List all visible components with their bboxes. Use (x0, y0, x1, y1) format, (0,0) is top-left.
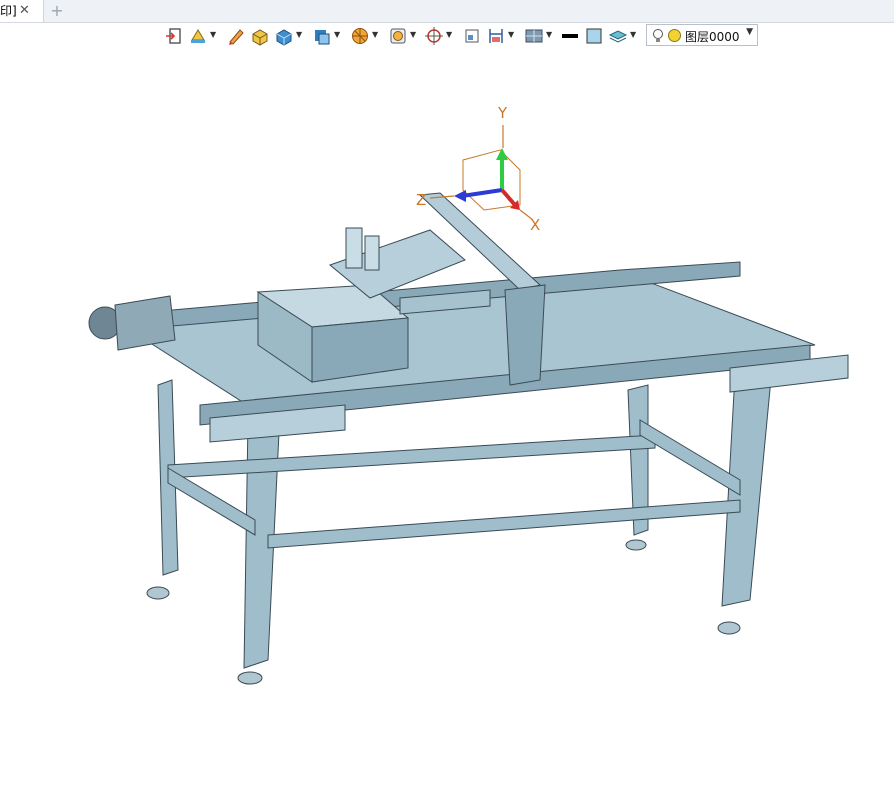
tab-label: 印] (0, 4, 17, 18)
3d-viewport[interactable]: Y Z X (0, 52, 894, 805)
layer-icon[interactable] (608, 26, 628, 46)
snap-icon[interactable] (424, 26, 444, 46)
line-color-icon[interactable] (560, 26, 580, 46)
close-icon[interactable]: ✕ (19, 0, 30, 22)
axis-y-label: Y (497, 104, 508, 122)
layer-dropdown[interactable]: 图层0000 ▼ (646, 24, 758, 46)
axis-x-label: X (530, 216, 540, 234)
chevron-down-icon[interactable]: ▼ (410, 30, 416, 39)
layer-status-icon (668, 29, 681, 42)
paint-icon[interactable] (188, 26, 208, 46)
chevron-down-icon[interactable]: ▼ (334, 30, 340, 39)
lightbulb-icon (653, 29, 663, 42)
add-tab-icon[interactable]: + (50, 0, 64, 22)
document-tab[interactable]: 印] ✕ (0, 0, 44, 22)
box-feature-icon[interactable] (250, 26, 270, 46)
layer-value: 图层0000 (685, 30, 740, 44)
render-mode-icon[interactable] (524, 26, 544, 46)
render-icon[interactable] (350, 26, 370, 46)
fill-color-icon[interactable] (584, 26, 604, 46)
view-toolbar: ▼ ▼ ▼ ▼ ▼ ▼ ▼ ▼ ▼ 图层0000 ▼ (162, 24, 762, 48)
solid-view-icon[interactable] (274, 26, 294, 46)
chevron-down-icon[interactable]: ▼ (446, 30, 452, 39)
chevron-down-icon[interactable]: ▼ (630, 30, 636, 39)
axis-z-label: Z (416, 191, 426, 209)
tab-bar: 印] ✕ + (0, 0, 894, 23)
coordinate-triad: Y Z X (416, 104, 540, 234)
dimension-icon[interactable] (486, 26, 506, 46)
chevron-down-icon[interactable]: ▼ (372, 30, 378, 39)
chevron-down-icon: ▼ (746, 27, 753, 37)
chevron-down-icon[interactable]: ▼ (296, 30, 302, 39)
pencil-icon[interactable] (226, 26, 246, 46)
chevron-down-icon[interactable]: ▼ (210, 30, 216, 39)
display-icon[interactable] (388, 26, 408, 46)
exit-sketch-icon[interactable] (164, 26, 184, 46)
shaded-view-icon[interactable] (312, 26, 332, 46)
conveyor-model[interactable]: Y Z X (0, 52, 894, 805)
frame-icon[interactable] (462, 26, 482, 46)
chevron-down-icon[interactable]: ▼ (508, 30, 514, 39)
chevron-down-icon[interactable]: ▼ (546, 30, 552, 39)
